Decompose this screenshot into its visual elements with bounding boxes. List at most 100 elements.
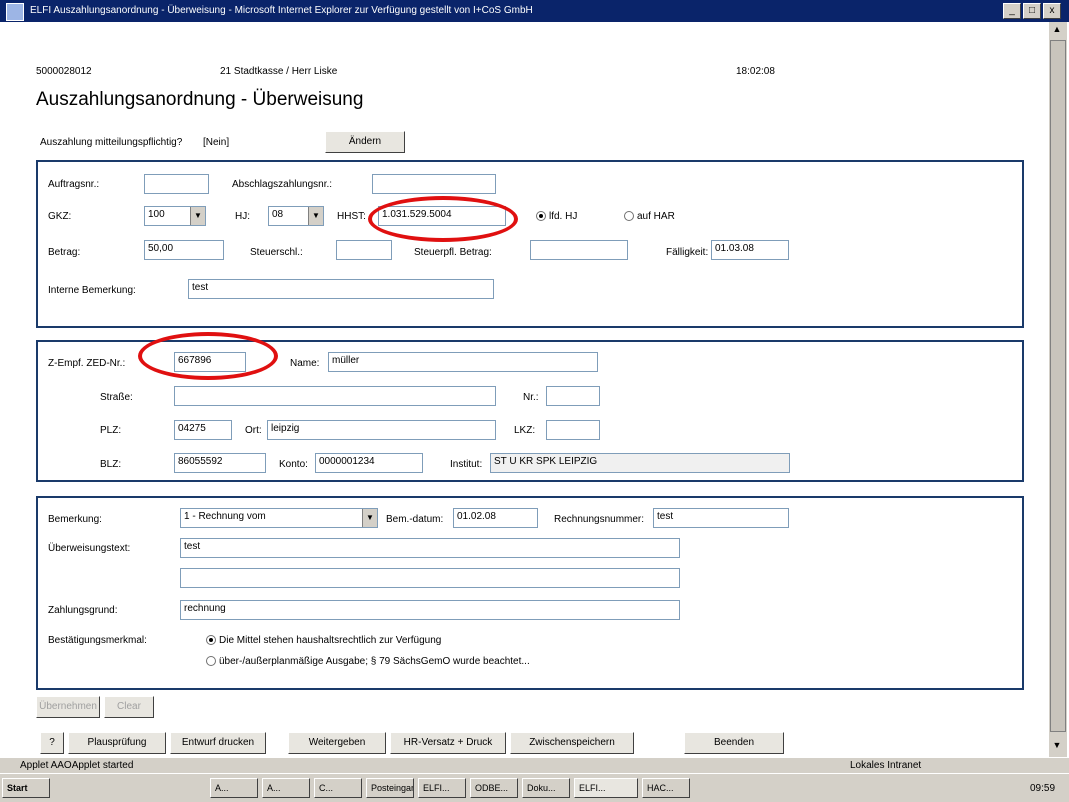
option1-label: Die Mittel stehen haushaltsrechtlich zur…: [219, 635, 442, 646]
bemerkung-selected-value: 1 - Rechnung vom: [184, 511, 266, 522]
interne-bemerkung-input[interactable]: test: [188, 279, 494, 299]
chevron-down-icon[interactable]: ▼: [362, 509, 377, 527]
plz-label: PLZ:: [100, 425, 122, 436]
taskbar-item[interactable]: A...: [262, 778, 310, 798]
change-mitteilung-button[interactable]: Ändern: [325, 131, 405, 153]
strasse-label: Straße:: [100, 392, 133, 403]
start-button[interactable]: Start: [2, 778, 50, 798]
rechnungsnummer-input[interactable]: test: [653, 508, 789, 528]
chevron-down-icon[interactable]: ▼: [308, 207, 323, 225]
chevron-down-icon[interactable]: ▼: [190, 207, 205, 225]
auftragsnr-input[interactable]: [144, 174, 209, 194]
hj-select[interactable]: 08 ▼: [268, 206, 324, 226]
help-button[interactable]: ?: [40, 732, 64, 754]
print-draft-button[interactable]: Entwurf drucken: [170, 732, 266, 754]
forward-button[interactable]: Weitergeben: [288, 732, 386, 754]
highlight-ellipse-zed: [138, 332, 278, 380]
mitteilung-value: [Nein]: [203, 137, 230, 148]
radio-unchecked-icon[interactable]: [624, 211, 634, 222]
name-label: Name:: [290, 358, 320, 369]
ueberweisungstext-input-1[interactable]: test: [180, 538, 680, 558]
taskbar-item[interactable]: ODBE...: [470, 778, 518, 798]
hr-print-button[interactable]: HR-Versatz + Druck: [390, 732, 506, 754]
steuerschl-input[interactable]: [336, 240, 392, 260]
institut-label: Institut:: [450, 459, 483, 470]
institut-field: ST U KR SPK LEIPZIG: [490, 453, 790, 473]
konto-input[interactable]: 0000001234: [315, 453, 423, 473]
betrag-input[interactable]: 50,00: [144, 240, 224, 260]
taskbar-item[interactable]: C...: [314, 778, 362, 798]
status-text: Applet AAOApplet started: [20, 760, 134, 771]
scrollbar-thumb[interactable]: [1050, 40, 1066, 732]
gkz-select[interactable]: 100 ▼: [144, 206, 206, 226]
taskbar-item[interactable]: ELFI...: [418, 778, 466, 798]
radio-auf-har[interactable]: auf HAR: [624, 211, 675, 222]
name-input[interactable]: müller: [328, 352, 598, 372]
steuerschl-label: Steuerschl.:: [250, 247, 303, 258]
abschlag-input[interactable]: [372, 174, 496, 194]
radio-unchecked-icon[interactable]: [206, 656, 216, 667]
hj-selected-value: 08: [272, 209, 284, 220]
hhst-label: HHST:: [337, 211, 366, 222]
blz-label: BLZ:: [100, 459, 122, 470]
option-mittel-verfuegbar[interactable]: Die Mittel stehen haushaltsrechtlich zur…: [206, 635, 441, 646]
window-title: ELFI Auszahlungsanordnung - Überweisung …: [30, 5, 533, 16]
taskbar-item[interactable]: A...: [210, 778, 258, 798]
option-ausserplanmaessig[interactable]: über-/außerplanmäßige Ausgabe; § 79 Säch…: [206, 656, 530, 667]
lkz-input[interactable]: [546, 420, 600, 440]
bemdatum-input[interactable]: 01.02.08: [453, 508, 538, 528]
gkz-label: GKZ:: [48, 211, 72, 222]
maximize-button[interactable]: □: [1023, 3, 1041, 19]
status-bar: Applet AAOApplet started Lokales Intrane…: [0, 757, 1069, 774]
exit-button[interactable]: Beenden: [684, 732, 784, 754]
bemerkung-select[interactable]: 1 - Rechnung vom ▼: [180, 508, 378, 528]
interne-bemerkung-label: Interne Bemerkung:: [48, 285, 136, 296]
scroll-down-icon[interactable]: ▼: [1051, 740, 1063, 754]
plz-input[interactable]: 04275: [174, 420, 232, 440]
minimize-button[interactable]: _: [1003, 3, 1021, 19]
bemdatum-label: Bem.-datum:: [386, 514, 444, 525]
remarks-section: Bemerkung: 1 - Rechnung vom ▼ Bem.-datum…: [36, 496, 1024, 690]
ort-label: Ort:: [245, 425, 262, 436]
zahlungsgrund-label: Zahlungsgrund:: [48, 605, 118, 616]
radio-checked-icon[interactable]: [206, 635, 216, 646]
taskbar-item-active[interactable]: ELFI...: [574, 778, 638, 798]
radio-lfd-label: lfd. HJ: [549, 211, 578, 222]
lkz-label: LKZ:: [514, 425, 536, 436]
taskbar-item[interactable]: Doku...: [522, 778, 570, 798]
clock: 09:59: [1030, 783, 1056, 794]
steuerpfl-input[interactable]: [530, 240, 628, 260]
steuerpfl-label: Steuerpfl. Betrag:: [414, 247, 492, 258]
zahlungsgrund-input[interactable]: rechnung: [180, 600, 680, 620]
save-intermediate-button[interactable]: Zwischenspeichern: [510, 732, 634, 754]
radio-checked-icon[interactable]: [536, 211, 546, 222]
nr-input[interactable]: [546, 386, 600, 406]
ort-input[interactable]: leipzig: [267, 420, 496, 440]
auftragsnr-label: Auftragsnr.:: [48, 179, 100, 190]
office-user: 21 Stadtkasse / Herr Liske: [220, 66, 338, 77]
zone-indicator: Lokales Intranet: [850, 760, 922, 771]
option2-label: über-/außerplanmäßige Ausgabe; § 79 Säch…: [219, 656, 530, 667]
strasse-input[interactable]: [174, 386, 496, 406]
window-titlebar[interactable]: ELFI Auszahlungsanordnung - Überweisung …: [0, 0, 1069, 22]
hj-label: HJ:: [235, 211, 250, 222]
taskbar-item[interactable]: Posteingang...: [366, 778, 414, 798]
plausibility-button[interactable]: Plausprüfung: [68, 732, 166, 754]
gkz-selected-value: 100: [148, 209, 165, 220]
ueberweisungstext-label: Überweisungstext:: [48, 543, 131, 554]
page-content: 5000028012 21 Stadtkasse / Herr Liske 18…: [20, 22, 1040, 757]
konto-label: Konto:: [279, 459, 308, 470]
time-display: 18:02:08: [736, 66, 775, 77]
betrag-label: Betrag:: [48, 247, 81, 258]
close-button[interactable]: x: [1043, 3, 1061, 19]
radio-lfd-hj[interactable]: lfd. HJ: [536, 211, 577, 222]
bemerkung-label: Bemerkung:: [48, 514, 102, 525]
blz-input[interactable]: 86055592: [174, 453, 266, 473]
taskbar-item[interactable]: HAC...: [642, 778, 690, 798]
faelligkeit-input[interactable]: 01.03.08: [711, 240, 789, 260]
vertical-scrollbar[interactable]: ▲ ▼: [1048, 22, 1067, 757]
ie-app-icon: [6, 3, 24, 21]
ueberweisungstext-input-2[interactable]: [180, 568, 680, 588]
highlight-ellipse-hhst: [368, 196, 518, 242]
scroll-up-icon[interactable]: ▲: [1051, 24, 1063, 38]
